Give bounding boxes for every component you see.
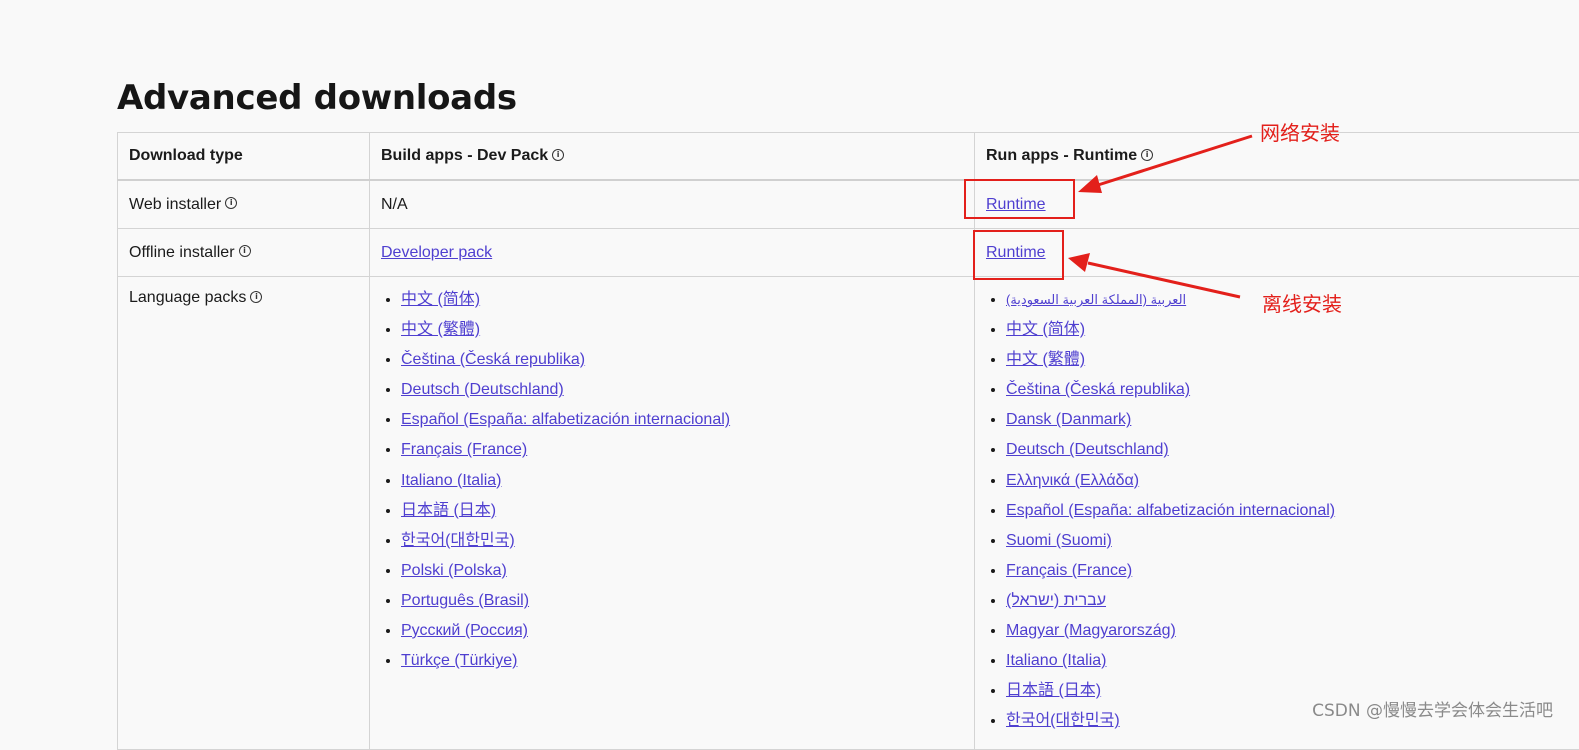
web-install-annotation: 网络安装 xyxy=(1260,117,1340,146)
csdn-watermark: CSDN @慢慢去学会体会生活吧 xyxy=(1312,696,1553,721)
web-arrow xyxy=(1078,136,1252,193)
offline-arrow xyxy=(1068,253,1240,297)
annotation-arrows xyxy=(0,0,1579,729)
offline-install-annotation: 离线安装 xyxy=(1262,288,1342,317)
